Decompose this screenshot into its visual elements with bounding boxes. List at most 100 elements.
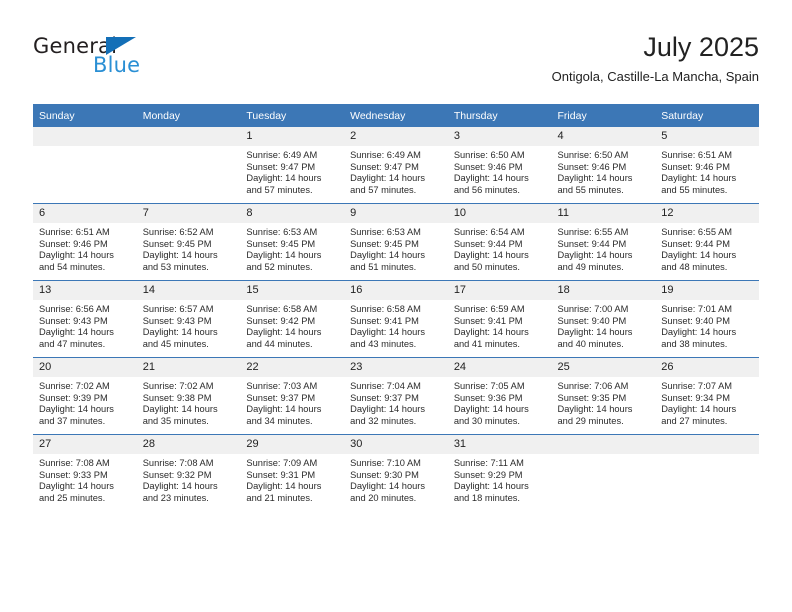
day-number: 13: [33, 281, 137, 300]
calendar-day-cell[interactable]: 18 Sunrise: 7:00 AM Sunset: 9:40 PM Dayligh…: [551, 280, 656, 358]
day-number: [33, 127, 137, 146]
calendar-day-cell[interactable]: 26 Sunrise: 7:07 AM Sunset: 9:34 PM Dayligh…: [655, 357, 759, 435]
calendar-day-cell[interactable]: 29 Sunrise: 7:09 AM Sunset: 9:31 PM Dayligh…: [240, 434, 345, 511]
day-number: 21: [136, 358, 241, 377]
sunset-text: Sunset: 9:41 PM: [453, 315, 523, 326]
calendar-day-cell[interactable]: 8 Sunrise: 6:53 AM Sunset: 9:45 PM Daylight…: [240, 203, 345, 281]
sunrise-text: Sunrise: 6:49 AM: [246, 150, 318, 160]
calendar-empty-cell: [33, 127, 137, 204]
daylight-text: Daylight: 14 hours and 55 minutes.: [661, 173, 737, 195]
sunrise-text: Sunrise: 6:50 AM: [557, 150, 629, 160]
calendar-day-cell[interactable]: 12 Sunrise: 6:55 AM Sunset: 9:44 PM Dayligh…: [655, 203, 759, 281]
calendar-day-cell[interactable]: 15 Sunrise: 6:58 AM Sunset: 9:42 PM Dayligh…: [240, 280, 345, 358]
daylight-text: Daylight: 14 hours and 18 minutes.: [453, 481, 529, 503]
sunrise-text: Sunrise: 7:02 AM: [39, 381, 110, 391]
sunrise-text: Sunrise: 7:03 AM: [246, 381, 318, 391]
day-details: Sunrise: 6:54 AM Sunset: 9:44 PM Daylight:…: [448, 223, 552, 273]
daylight-text: Daylight: 14 hours and 52 minutes.: [246, 250, 322, 272]
day-details: Sunrise: 7:10 AM Sunset: 9:30 PM Daylight:…: [344, 454, 448, 504]
daylight-text: Daylight: 14 hours and 21 minutes.: [246, 481, 322, 503]
calendar-day-cell[interactable]: 19 Sunrise: 7:01 AM Sunset: 9:40 PM Dayligh…: [655, 280, 759, 358]
day-number: 9: [344, 204, 448, 223]
calendar-day-cell[interactable]: 30 Sunrise: 7:10 AM Sunset: 9:30 PM Dayligh…: [344, 434, 448, 511]
day-number: 2: [344, 127, 448, 146]
calendar-day-cell[interactable]: 4 Sunrise: 6:50 AM Sunset: 9:46 PM Daylight…: [551, 127, 656, 204]
sunrise-text: Sunrise: 7:04 AM: [350, 381, 421, 391]
daylight-text: Daylight: 14 hours and 49 minutes.: [557, 250, 633, 272]
sunset-text: Sunset: 9:42 PM: [246, 315, 316, 326]
calendar-day-cell[interactable]: 10 Sunrise: 6:54 AM Sunset: 9:44 PM Dayligh…: [447, 203, 552, 281]
sunset-text: Sunset: 9:29 PM: [453, 469, 523, 480]
calendar-day-cell[interactable]: 20 Sunrise: 7:02 AM Sunset: 9:39 PM Dayligh…: [33, 357, 137, 435]
day-number: 7: [136, 204, 241, 223]
daylight-text: Daylight: 14 hours and 55 minutes.: [557, 173, 633, 195]
title-block: July 2025 Ontigola, Castille-La Mancha, …: [552, 30, 759, 87]
calendar-day-cell[interactable]: 7 Sunrise: 6:52 AM Sunset: 9:45 PM Daylight…: [136, 203, 241, 281]
day-details: Sunrise: 7:03 AM Sunset: 9:37 PM Daylight:…: [240, 377, 344, 427]
calendar-week-row: 1 Sunrise: 6:49 AM Sunset: 9:47 PM Daylight…: [33, 127, 759, 204]
sunrise-text: Sunrise: 7:06 AM: [557, 381, 629, 391]
day-details: Sunrise: 6:58 AM Sunset: 9:42 PM Daylight:…: [240, 300, 344, 350]
sunset-text: Sunset: 9:38 PM: [142, 392, 212, 403]
day-number: 22: [240, 358, 345, 377]
daylight-text: Daylight: 14 hours and 43 minutes.: [350, 327, 426, 349]
calendar-day-cell[interactable]: 9 Sunrise: 6:53 AM Sunset: 9:45 PM Daylight…: [344, 203, 448, 281]
calendar-empty-cell: [655, 434, 759, 511]
daylight-text: Daylight: 14 hours and 37 minutes.: [39, 404, 114, 426]
day-number: 31: [447, 435, 552, 454]
calendar-day-cell[interactable]: 21 Sunrise: 7:02 AM Sunset: 9:38 PM Dayligh…: [136, 357, 241, 435]
daylight-text: Daylight: 14 hours and 54 minutes.: [39, 250, 114, 272]
sunrise-text: Sunrise: 6:53 AM: [246, 227, 318, 237]
day-number: 27: [33, 435, 137, 454]
daylight-text: Daylight: 14 hours and 57 minutes.: [350, 173, 426, 195]
daylight-text: Daylight: 14 hours and 30 minutes.: [453, 404, 529, 426]
sunset-text: Sunset: 9:45 PM: [246, 238, 316, 249]
sunset-text: Sunset: 9:40 PM: [557, 315, 627, 326]
sunset-text: Sunset: 9:47 PM: [246, 161, 316, 172]
calendar-day-cell[interactable]: 28 Sunrise: 7:08 AM Sunset: 9:32 PM Dayligh…: [136, 434, 241, 511]
calendar-day-cell[interactable]: 13 Sunrise: 6:56 AM Sunset: 9:43 PM Dayligh…: [33, 280, 137, 358]
calendar-day-cell[interactable]: 27 Sunrise: 7:08 AM Sunset: 9:33 PM Dayligh…: [33, 434, 137, 511]
day-details: Sunrise: 7:04 AM Sunset: 9:37 PM Daylight:…: [344, 377, 448, 427]
calendar-day-cell[interactable]: 16 Sunrise: 6:58 AM Sunset: 9:41 PM Dayligh…: [344, 280, 448, 358]
calendar-body: 1 Sunrise: 6:49 AM Sunset: 9:47 PM Daylight…: [33, 127, 759, 511]
calendar-day-cell[interactable]: 14 Sunrise: 6:57 AM Sunset: 9:43 PM Dayligh…: [136, 280, 241, 358]
calendar-day-cell[interactable]: 31 Sunrise: 7:11 AM Sunset: 9:29 PM Dayligh…: [447, 434, 552, 511]
sunset-text: Sunset: 9:43 PM: [142, 315, 212, 326]
sunset-text: Sunset: 9:47 PM: [350, 161, 419, 172]
sunrise-text: Sunrise: 7:05 AM: [453, 381, 525, 391]
daylight-text: Daylight: 14 hours and 20 minutes.: [350, 481, 426, 503]
day-details: Sunrise: 7:02 AM Sunset: 9:39 PM Daylight:…: [33, 377, 137, 427]
day-number: [136, 127, 241, 146]
calendar-page: General Blue July 2025 Ontigola, Castill…: [0, 0, 792, 612]
day-details: Sunrise: 6:51 AM Sunset: 9:46 PM Daylight:…: [655, 146, 759, 196]
calendar-day-cell[interactable]: 24 Sunrise: 7:05 AM Sunset: 9:36 PM Dayligh…: [447, 357, 552, 435]
sunset-text: Sunset: 9:37 PM: [246, 392, 316, 403]
sunrise-text: Sunrise: 6:56 AM: [39, 304, 110, 314]
day-details: Sunrise: 6:52 AM Sunset: 9:45 PM Daylight:…: [137, 223, 241, 273]
generalblue-logo[interactable]: General Blue: [33, 34, 253, 86]
calendar-day-cell[interactable]: 3 Sunrise: 6:50 AM Sunset: 9:46 PM Daylight…: [447, 127, 552, 204]
daylight-text: Daylight: 14 hours and 32 minutes.: [350, 404, 426, 426]
location-subtitle: Ontigola, Castille-La Mancha, Spain: [551, 69, 759, 84]
day-number: 10: [447, 204, 552, 223]
calendar-day-cell[interactable]: 22 Sunrise: 7:03 AM Sunset: 9:37 PM Dayligh…: [240, 357, 345, 435]
sunset-text: Sunset: 9:46 PM: [661, 161, 730, 172]
day-details: Sunrise: 6:50 AM Sunset: 9:46 PM Daylight:…: [552, 146, 656, 196]
calendar-day-cell[interactable]: 17 Sunrise: 6:59 AM Sunset: 9:41 PM Dayligh…: [447, 280, 552, 358]
day-number: [551, 435, 656, 454]
sunset-text: Sunset: 9:46 PM: [453, 161, 523, 172]
sunrise-text: Sunrise: 6:49 AM: [350, 150, 421, 160]
sunset-text: Sunset: 9:41 PM: [350, 315, 419, 326]
calendar-day-cell[interactable]: 1 Sunrise: 6:49 AM Sunset: 9:47 PM Daylight…: [240, 127, 345, 204]
calendar-day-cell[interactable]: 11 Sunrise: 6:55 AM Sunset: 9:44 PM Dayligh…: [551, 203, 656, 281]
day-number: 6: [33, 204, 137, 223]
calendar-day-cell[interactable]: 25 Sunrise: 7:06 AM Sunset: 9:35 PM Dayligh…: [551, 357, 656, 435]
calendar-day-cell[interactable]: 6 Sunrise: 6:51 AM Sunset: 9:46 PM Daylight…: [33, 203, 137, 281]
calendar-day-cell[interactable]: 5 Sunrise: 6:51 AM Sunset: 9:46 PM Daylight…: [655, 127, 759, 204]
sunset-text: Sunset: 9:46 PM: [557, 161, 627, 172]
calendar-day-cell[interactable]: 23 Sunrise: 7:04 AM Sunset: 9:37 PM Dayligh…: [344, 357, 448, 435]
sunrise-text: Sunrise: 6:51 AM: [661, 150, 733, 160]
day-number: 26: [655, 358, 759, 377]
calendar-day-cell[interactable]: 2 Sunrise: 6:49 AM Sunset: 9:47 PM Daylight…: [344, 127, 448, 204]
